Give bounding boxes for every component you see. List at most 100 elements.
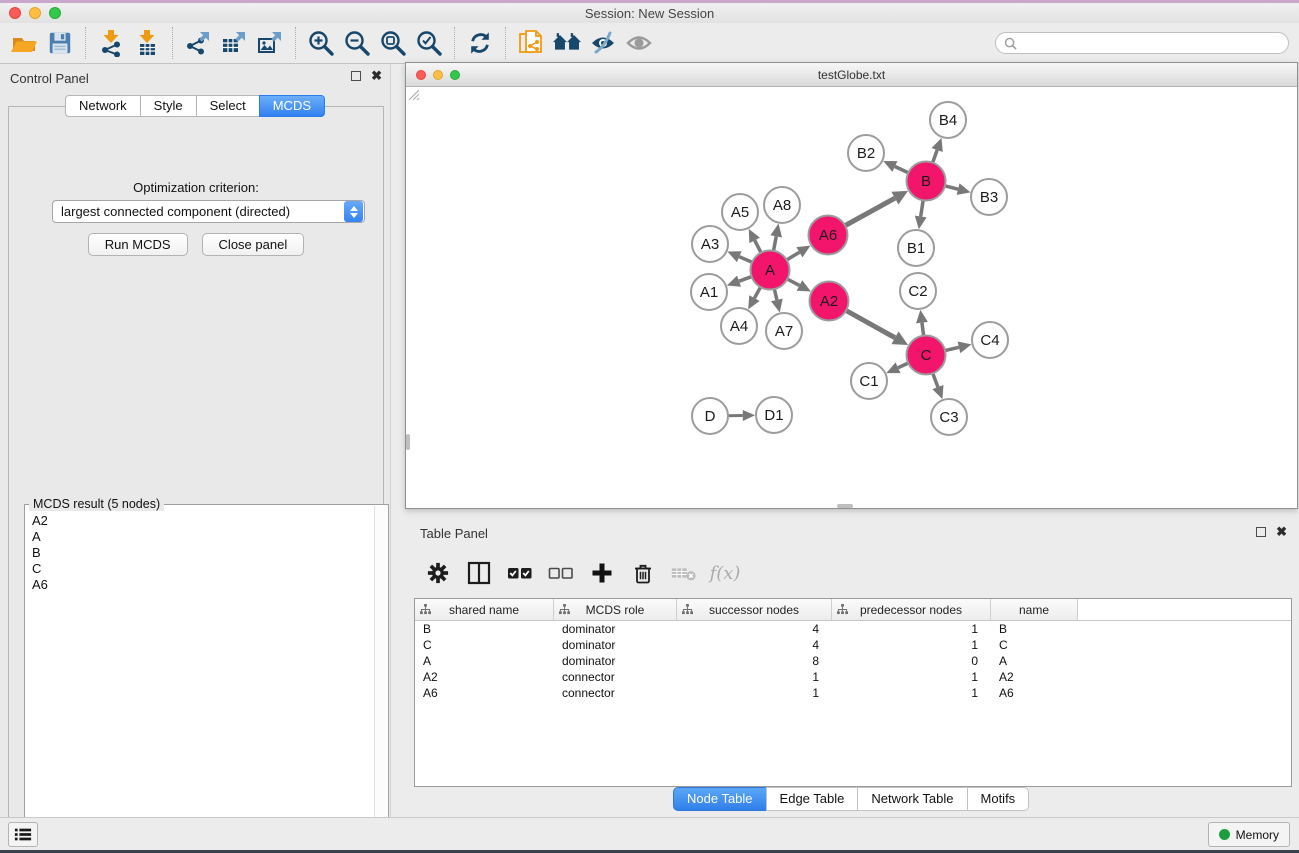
graph-edge-arrowhead bbox=[771, 299, 783, 313]
close-panel-button[interactable]: Close panel bbox=[202, 233, 305, 256]
column-header-predecessor-nodes[interactable]: predecessor nodes bbox=[832, 599, 991, 620]
control-panel-tab-mcds[interactable]: MCDS bbox=[259, 95, 325, 117]
mcds-result-title: MCDS result (5 nodes) bbox=[29, 497, 164, 511]
table-row[interactable]: Adominator80A bbox=[415, 653, 1291, 669]
export-table-button[interactable] bbox=[216, 26, 252, 60]
table-cell[interactable]: 0 bbox=[832, 653, 991, 669]
table-cell[interactable]: dominator bbox=[554, 637, 677, 653]
table-cell[interactable]: A6 bbox=[415, 685, 554, 701]
canvas-horizontal-scroll-thumb[interactable] bbox=[837, 504, 853, 508]
import-table-button[interactable] bbox=[129, 26, 165, 60]
table-cell[interactable]: B bbox=[991, 621, 1078, 637]
optimization-criterion-dropdown[interactable]: largest connected component (directed) bbox=[52, 200, 365, 223]
zoom-fit-button[interactable] bbox=[375, 26, 411, 60]
table-cell[interactable]: 4 bbox=[677, 621, 832, 637]
table-row[interactable]: Bdominator41B bbox=[415, 621, 1291, 637]
table-cell[interactable]: C bbox=[415, 637, 554, 653]
column-header-name[interactable]: name bbox=[991, 599, 1078, 620]
zoom-in-button[interactable] bbox=[303, 26, 339, 60]
export-image-button[interactable] bbox=[252, 26, 288, 60]
table-row[interactable]: A6connector11A6 bbox=[415, 685, 1291, 701]
table-toolbar: f(x) bbox=[415, 554, 738, 592]
table-tab-network-table[interactable]: Network Table bbox=[857, 787, 967, 811]
trash-icon bbox=[631, 561, 655, 585]
column-header-mcds-role[interactable]: MCDS role bbox=[554, 599, 677, 620]
network-canvas[interactable]: B4B2BB3A5A8A6A3B1AA1C2A2A4A7C4CC1DD1C3 bbox=[406, 87, 1297, 508]
table-row[interactable]: A2connector11A2 bbox=[415, 669, 1291, 685]
close-table-panel-icon[interactable]: ✖ bbox=[1276, 527, 1287, 537]
table-cell[interactable]: 1 bbox=[832, 621, 991, 637]
table-cell[interactable]: 1 bbox=[832, 685, 991, 701]
table-cell[interactable]: dominator bbox=[554, 653, 677, 669]
memory-button[interactable]: Memory bbox=[1208, 822, 1290, 847]
resize-grip-icon[interactable] bbox=[406, 87, 420, 101]
export-network-button[interactable] bbox=[180, 26, 216, 60]
zoom-out-button[interactable] bbox=[339, 26, 375, 60]
houses-icon bbox=[552, 30, 582, 56]
search-box[interactable] bbox=[995, 32, 1289, 54]
deselect-all-button[interactable] bbox=[548, 560, 574, 586]
show-all-button[interactable] bbox=[621, 26, 657, 60]
table-cell[interactable]: A bbox=[415, 653, 554, 669]
create-column-button[interactable] bbox=[589, 560, 615, 586]
list-icon bbox=[14, 827, 32, 842]
table-row[interactable]: Cdominator41C bbox=[415, 637, 1291, 653]
refresh-button[interactable] bbox=[462, 26, 498, 60]
shared-column-icon bbox=[559, 604, 570, 615]
clone-network-button[interactable] bbox=[513, 26, 549, 60]
mcds-result-item[interactable]: A2 bbox=[32, 513, 388, 529]
graph-node-label-A1: A1 bbox=[700, 284, 718, 301]
control-panel-tab-style[interactable]: Style bbox=[140, 95, 197, 117]
table-cell[interactable]: A bbox=[991, 653, 1078, 669]
table-cell[interactable]: A2 bbox=[415, 669, 554, 685]
mcds-result-item[interactable]: C bbox=[32, 561, 388, 577]
table-cell[interactable]: 1 bbox=[677, 685, 832, 701]
graph-node-label-D: D bbox=[705, 408, 716, 425]
table-cell[interactable]: B bbox=[415, 621, 554, 637]
table-tab-edge-table[interactable]: Edge Table bbox=[766, 787, 859, 811]
control-panel-tab-network[interactable]: Network bbox=[65, 95, 141, 117]
table-cell[interactable]: connector bbox=[554, 685, 677, 701]
table-tab-node-table[interactable]: Node Table bbox=[673, 787, 767, 811]
control-panel-tab-select[interactable]: Select bbox=[196, 95, 260, 117]
open-file-button[interactable] bbox=[6, 26, 42, 60]
table-cell[interactable]: C bbox=[991, 637, 1078, 653]
save-session-button[interactable] bbox=[42, 26, 78, 60]
mcds-result-item[interactable]: A bbox=[32, 529, 388, 545]
first-neighbors-button[interactable] bbox=[549, 26, 585, 60]
zoom-selected-button[interactable] bbox=[411, 26, 447, 60]
close-panel-icon[interactable]: ✖ bbox=[371, 71, 382, 81]
delete-columns-button[interactable] bbox=[630, 560, 656, 586]
mcds-result-item[interactable]: B bbox=[32, 545, 388, 561]
table-cell[interactable]: 8 bbox=[677, 653, 832, 669]
export-image-icon bbox=[256, 29, 284, 57]
table-cell[interactable]: 4 bbox=[677, 637, 832, 653]
table-cell[interactable]: 1 bbox=[677, 669, 832, 685]
graph-edge-arrowhead bbox=[958, 341, 972, 353]
search-input[interactable] bbox=[1022, 36, 1280, 50]
graph-node-label-C1: C1 bbox=[859, 373, 878, 390]
show-columns-button[interactable] bbox=[466, 560, 492, 586]
float-table-panel-icon[interactable] bbox=[1256, 527, 1266, 537]
mcds-result-scrollbar[interactable] bbox=[374, 506, 387, 840]
column-header-successor-nodes[interactable]: successor nodes bbox=[677, 599, 832, 620]
hide-selected-button[interactable] bbox=[585, 26, 621, 60]
table-cell[interactable]: A6 bbox=[991, 685, 1078, 701]
select-all-button[interactable] bbox=[507, 560, 533, 586]
table-settings-button[interactable] bbox=[425, 560, 451, 586]
table-tab-motifs[interactable]: Motifs bbox=[967, 787, 1030, 811]
import-network-button[interactable] bbox=[93, 26, 129, 60]
table-cell[interactable]: A2 bbox=[991, 669, 1078, 685]
run-mcds-button[interactable]: Run MCDS bbox=[88, 233, 188, 256]
graph-node-label-D1: D1 bbox=[764, 407, 783, 424]
float-panel-icon[interactable] bbox=[351, 71, 361, 81]
table-cell[interactable]: 1 bbox=[832, 669, 991, 685]
canvas-vertical-scroll-thumb[interactable] bbox=[406, 434, 410, 450]
column-header-shared-name[interactable]: shared name bbox=[415, 599, 554, 620]
show-panels-button[interactable] bbox=[8, 822, 38, 847]
table-cell[interactable]: 1 bbox=[832, 637, 991, 653]
table-cell[interactable]: dominator bbox=[554, 621, 677, 637]
table-cell[interactable]: connector bbox=[554, 669, 677, 685]
network-graph[interactable]: B4B2BB3A5A8A6A3B1AA1C2A2A4A7C4CC1DD1C3 bbox=[406, 87, 1297, 508]
mcds-result-item[interactable]: A6 bbox=[32, 577, 388, 593]
